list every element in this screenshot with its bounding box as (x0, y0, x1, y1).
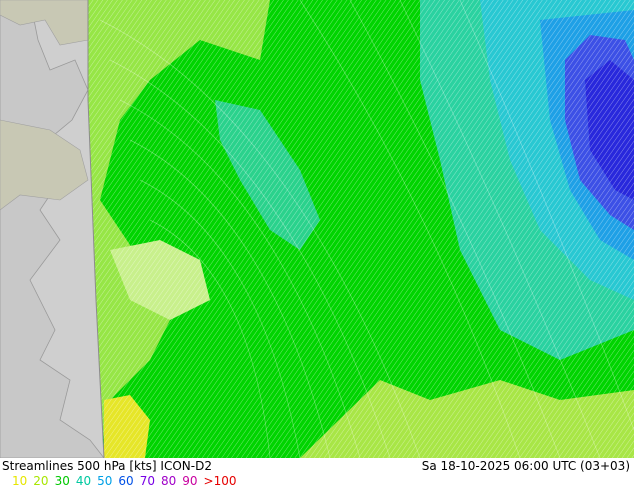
legend-item: 40 (75, 474, 92, 488)
legend-item: 90 (182, 474, 198, 488)
streamline-map (0, 0, 634, 458)
legend-item: 20 (33, 474, 49, 488)
legend-item: 30 (54, 474, 70, 488)
valid-time: Sa 18-10-2025 06:00 UTC (03+03) (421, 459, 630, 473)
legend-item: 70 (139, 474, 155, 488)
legend-item: >100 (203, 474, 237, 488)
speed-legend: 10 20 30 40 50 60 70 80 90 >100 (12, 474, 243, 488)
legend-item: 60 (118, 474, 134, 488)
legend-item: 80 (160, 474, 177, 488)
legend-item: 50 (97, 474, 113, 488)
legend-item: 10 (12, 474, 28, 488)
wind-field (88, 0, 634, 458)
map-footer: Streamlines 500 hPa [kts] ICON-D2 Sa 18-… (0, 458, 634, 490)
map-title: Streamlines 500 hPa [kts] ICON-D2 (2, 459, 212, 473)
